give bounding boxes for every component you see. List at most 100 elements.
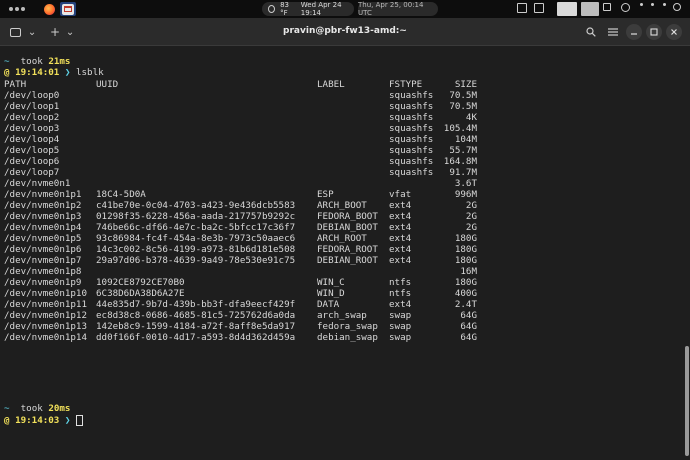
cell-fstype: ntfs: [389, 277, 412, 288]
screenshot-icon[interactable]: [516, 3, 528, 13]
cell-fstype: ext4: [389, 211, 412, 222]
power-icon[interactable]: [672, 3, 682, 11]
took-line-1: ~ took 21ms: [4, 56, 70, 67]
cell-fstype: ext4: [389, 222, 412, 233]
table-row: /dev/nvme0n1p13 142eb8c9-1599-4184-a72f-8…: [4, 321, 494, 332]
cell-path: /dev/loop2: [4, 112, 60, 123]
text-cursor[interactable]: [75, 415, 83, 426]
cell-size: 4K: [465, 112, 477, 123]
cell-uuid: ec8d38c8-0686-4685-81c5-725762d6a0da: [96, 310, 296, 321]
cell-fstype: ntfs: [389, 288, 412, 299]
cell-label: ESP: [317, 189, 334, 200]
workspace-indicator[interactable]: [6, 3, 30, 15]
cell-path: /dev/nvme0n1: [4, 178, 71, 189]
firefox-icon[interactable]: [44, 4, 55, 15]
terminal-viewport[interactable]: ~ took 21ms @ 19:14:01 ❯ lsblk PATH UUID…: [0, 46, 690, 460]
table-row: /dev/loop5 squashfs 55.7M: [4, 145, 494, 156]
cell-size: 104M: [454, 134, 477, 145]
close-button[interactable]: [666, 24, 682, 40]
terminal-headerbar: ⌄ + ⌄ pravin@pbr-fw13-amd:~: [0, 18, 690, 46]
mail-icon[interactable]: [62, 4, 74, 15]
cell-label: arch_swap: [317, 310, 367, 321]
cell-path: /dev/nvme0n1p12: [4, 310, 87, 321]
table-row: /dev/loop1 squashfs 70.5M: [4, 101, 494, 112]
window-list-icon[interactable]: [533, 3, 545, 13]
table-row: /dev/loop7 squashfs 91.7M: [4, 167, 494, 178]
hamburger-menu-icon[interactable]: [606, 25, 620, 39]
bluetooth-icon[interactable]: [637, 3, 645, 6]
cell-label: DATA: [317, 299, 340, 310]
cell-size: 64G: [460, 332, 477, 343]
cell-size: 70.5M: [449, 90, 477, 101]
prompt-chevron: ❯: [64, 67, 71, 78]
volume-icon[interactable]: [660, 3, 668, 6]
cell-label: FEDORA_ROOT: [317, 244, 378, 255]
table-row: /dev/nvme0n1p12 ec8d38c8-0686-4685-81c5-7…: [4, 310, 494, 321]
weather-temp: 83 °F: [280, 1, 289, 17]
col-fstype: FSTYPE: [389, 79, 423, 90]
cell-fstype: ext4: [389, 255, 412, 266]
table-row: /dev/nvme0n1p9 1092CE8792CE70B0 WIN_C ntfs 1…: [4, 277, 494, 288]
table-row: /dev/nvme0n1p14 dd0f166f-0010-4d17-a593-8…: [4, 332, 494, 343]
home-prompt-2: ~: [4, 403, 10, 414]
prompt-time-1: @ 19:14:01: [4, 67, 60, 78]
utc-date-text: Thu, Apr 25, 00:14 UTC: [358, 1, 424, 17]
utc-date-indicator[interactable]: Thu, Apr 25, 00:14 UTC: [358, 1, 438, 17]
workspace-thumbnail-2[interactable]: [581, 2, 599, 16]
cell-path: /dev/loop0: [4, 90, 60, 101]
cell-size: 55.7M: [449, 145, 477, 156]
cell-path: /dev/nvme0n1p6: [4, 244, 82, 255]
cell-path: /dev/nvme0n1p8: [4, 266, 82, 277]
maximize-button[interactable]: [646, 24, 662, 40]
workspace-thumbnail-1[interactable]: [557, 2, 577, 16]
cell-uuid: 93c86984-fc4f-454a-8e3b-7973c50aaec6: [96, 233, 296, 244]
maximize-icon: [650, 28, 658, 36]
tray-box-icon[interactable]: [602, 3, 612, 11]
close-icon: [671, 29, 677, 35]
cell-size: 70.5M: [449, 101, 477, 112]
table-row: /dev/nvme0n1p3 01298f35-6228-456a-aada-21…: [4, 211, 494, 222]
cell-uuid: 6C38D6DA38D6A27E: [96, 288, 185, 299]
cell-size: 91.7M: [449, 167, 477, 178]
cell-size: 180G: [454, 277, 477, 288]
cell-path: /dev/loop7: [4, 167, 60, 178]
cell-size: 64G: [460, 310, 477, 321]
took-line-2: ~ took 20ms: [4, 403, 70, 414]
cell-path: /dev/loop3: [4, 123, 60, 134]
tray-toggle-icon[interactable]: [620, 3, 630, 12]
cell-path: /dev/nvme0n1p2: [4, 200, 82, 211]
cell-size: 2G: [465, 222, 477, 233]
cell-label: WIN_D: [317, 288, 345, 299]
scrollbar[interactable]: [684, 46, 690, 460]
cell-path: /dev/nvme0n1p7: [4, 255, 82, 266]
table-row: /dev/nvme0n1p2 c41be70e-0c04-4703-a423-9e…: [4, 200, 494, 211]
command-text: lsblk: [75, 67, 104, 78]
home-prompt: ~: [4, 56, 10, 67]
table-row: /dev/nvme0n1p8 16M: [4, 266, 494, 277]
table-header: PATH UUID LABEL FSTYPE SIZE: [4, 79, 494, 90]
cell-size: 180G: [454, 244, 477, 255]
table-row: /dev/nvme0n1p5 93c86984-fc4f-454a-8e3b-79…: [4, 233, 494, 244]
cell-label: ARCH_ROOT: [317, 233, 367, 244]
cell-path: /dev/nvme0n1p13: [4, 321, 87, 332]
cell-size: 3.6T: [454, 178, 477, 189]
duration-2: 20ms: [48, 403, 71, 414]
cell-size: 164.8M: [443, 156, 477, 167]
scrollbar-thumb[interactable]: [685, 346, 689, 456]
cell-size: 2G: [465, 200, 477, 211]
col-uuid: UUID: [96, 79, 119, 90]
cell-uuid: 29a97d06-b378-4639-9a49-78e530e91c75: [96, 255, 296, 266]
minimize-icon: [631, 33, 637, 35]
cell-path: /dev/nvme0n1p9: [4, 277, 82, 288]
cell-path: /dev/loop4: [4, 134, 60, 145]
cell-fstype: ext4: [389, 244, 412, 255]
minimize-button[interactable]: [626, 24, 642, 40]
cell-fstype: ext4: [389, 299, 412, 310]
clock-text: Wed Apr 24 19:14: [300, 1, 342, 17]
duration-1: 21ms: [48, 56, 71, 67]
network-icon[interactable]: [648, 3, 656, 6]
cell-fstype: ext4: [389, 200, 412, 211]
clock-button[interactable]: 83 °F Wed Apr 24 19:14: [262, 1, 354, 17]
search-icon[interactable]: [584, 25, 598, 39]
cell-path: /dev/nvme0n1p11: [4, 299, 87, 310]
